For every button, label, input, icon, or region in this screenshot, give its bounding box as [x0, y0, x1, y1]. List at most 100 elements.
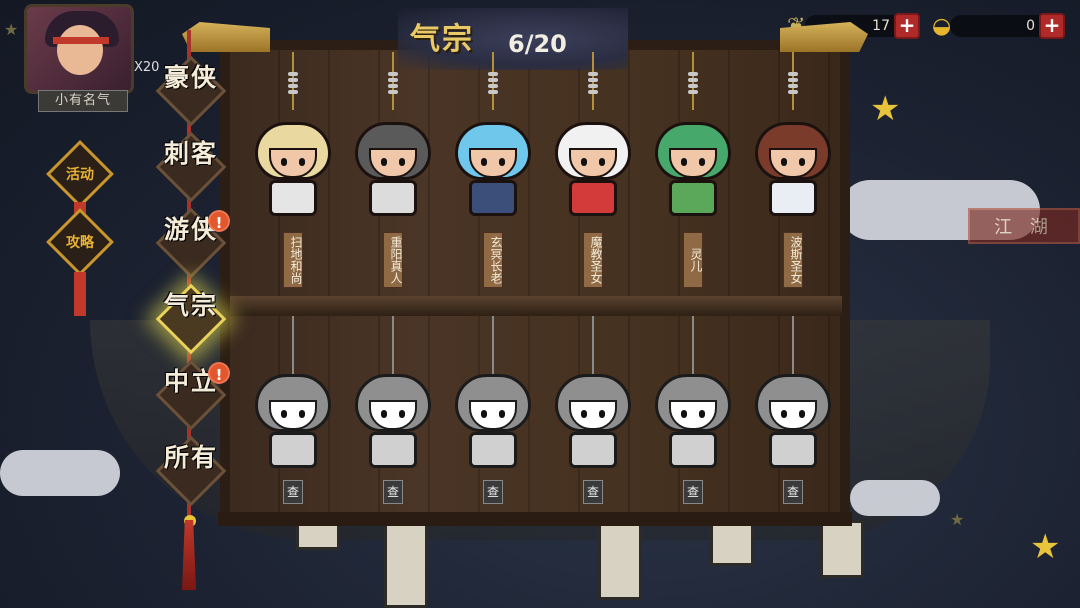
hero-figure[interactable]: [347, 104, 439, 224]
view-hero-button[interactable]: 查: [483, 480, 503, 504]
menu-tassel: [182, 520, 196, 590]
hero-name-tag: 魔教圣女: [583, 232, 603, 288]
guide-pendant[interactable]: 攻略: [46, 208, 114, 276]
hero-eye: [281, 410, 287, 418]
hero-figure[interactable]: [747, 104, 839, 224]
category-haoxia[interactable]: 豪侠: [155, 55, 227, 127]
hero-figure[interactable]: [247, 104, 339, 224]
cabinet-shelf: [230, 296, 842, 316]
category-youxia[interactable]: 游侠 !: [155, 207, 230, 279]
locked-hero-silhouette[interactable]: [647, 356, 739, 476]
hero-eye: [581, 158, 587, 166]
hero-eye: [781, 410, 787, 418]
background-cloud: [0, 450, 120, 496]
add-gold-button[interactable]: +: [1039, 13, 1065, 39]
view-hero-button[interactable]: 查: [583, 480, 603, 504]
hero-eye: [281, 158, 287, 166]
hero-name-tag: 扫地和尚: [283, 232, 303, 288]
category-label: 豪侠: [163, 63, 218, 92]
star-icon: ★: [1030, 527, 1061, 567]
hero-eye: [299, 158, 305, 166]
hero-outfit: [569, 432, 617, 468]
category-label: 刺客: [163, 139, 218, 168]
star-icon: ★: [4, 20, 19, 39]
hero-outfit: [269, 432, 317, 468]
background-cloud: [850, 480, 940, 516]
star-icon: ★: [870, 89, 901, 129]
hero-eye: [499, 158, 505, 166]
view-hero-button[interactable]: 查: [683, 480, 703, 504]
hero-eye: [681, 158, 687, 166]
hero-eye: [499, 410, 505, 418]
page-title: 气宗: [410, 22, 474, 57]
background-banner: [598, 520, 642, 600]
hero-eye: [681, 410, 687, 418]
hero-outfit: [669, 180, 717, 216]
hero-eye: [381, 158, 387, 166]
hero-eye: [799, 410, 805, 418]
gold-ingot-icon: ◒: [932, 13, 952, 39]
hero-eye: [481, 410, 487, 418]
hero-eye: [381, 410, 387, 418]
bead-string: [488, 72, 498, 96]
hero-figure[interactable]: [447, 104, 539, 224]
hero-figure[interactable]: [647, 104, 739, 224]
locked-hero-silhouette[interactable]: [747, 356, 839, 476]
hero-name-tag: 波斯圣女: [783, 232, 803, 288]
hero-outfit: [769, 180, 817, 216]
hero-eye: [699, 158, 705, 166]
hero-name-tag: 灵儿: [683, 232, 703, 288]
player-avatar[interactable]: [24, 4, 134, 94]
alert-icon: !: [208, 362, 230, 384]
bead-string: [288, 72, 298, 96]
avatar-face: [57, 25, 103, 75]
jianghu-button[interactable]: 江 湖: [968, 208, 1080, 244]
view-hero-button[interactable]: 查: [283, 480, 303, 504]
category-suoyou[interactable]: 所有: [155, 435, 227, 507]
hero-outfit: [269, 180, 317, 216]
hero-outfit: [469, 432, 517, 468]
hero-outfit: [669, 432, 717, 468]
category-label: 所有: [163, 443, 218, 472]
guide-tassel: [74, 272, 86, 316]
locked-hero-silhouette[interactable]: [447, 356, 539, 476]
hero-eye: [799, 158, 805, 166]
hero-outfit: [469, 180, 517, 216]
hero-outfit: [369, 180, 417, 216]
avatar-headband: [53, 37, 109, 44]
background-banner: [820, 520, 864, 578]
alert-icon: !: [208, 210, 230, 232]
hero-outfit: [369, 432, 417, 468]
bead-string: [688, 72, 698, 96]
hero-figure[interactable]: [547, 104, 639, 224]
hero-eye: [299, 410, 305, 418]
star-icon: ★: [950, 510, 965, 529]
category-cike[interactable]: 刺客: [155, 131, 227, 203]
cabinet-base: [218, 512, 852, 526]
bead-string: [788, 72, 798, 96]
locked-hero-silhouette[interactable]: [247, 356, 339, 476]
collection-progress: 6/20: [508, 30, 567, 58]
locked-hero-silhouette[interactable]: [347, 356, 439, 476]
hero-name-tag: 重阳真人: [383, 232, 403, 288]
hero-outfit: [569, 180, 617, 216]
hero-eye: [599, 410, 605, 418]
view-hero-button[interactable]: 查: [783, 480, 803, 504]
activity-pendant[interactable]: 活动: [46, 140, 114, 208]
add-jade-button[interactable]: +: [894, 13, 920, 39]
bead-string: [388, 72, 398, 96]
cabinet-corner-left: [182, 22, 270, 52]
view-hero-button[interactable]: 查: [383, 480, 403, 504]
hero-eye: [481, 158, 487, 166]
hero-eye: [781, 158, 787, 166]
background-banner: [384, 520, 428, 608]
category-qizong[interactable]: 气宗: [155, 283, 227, 355]
gold-resource: ◒ 0 +: [932, 12, 1065, 40]
guide-label: 攻略: [66, 235, 94, 251]
category-zhongli[interactable]: 中立 !: [155, 359, 230, 431]
hero-outfit: [769, 432, 817, 468]
category-label: 气宗: [163, 291, 218, 320]
background-banner: [710, 520, 754, 566]
locked-hero-silhouette[interactable]: [547, 356, 639, 476]
bead-string: [588, 72, 598, 96]
